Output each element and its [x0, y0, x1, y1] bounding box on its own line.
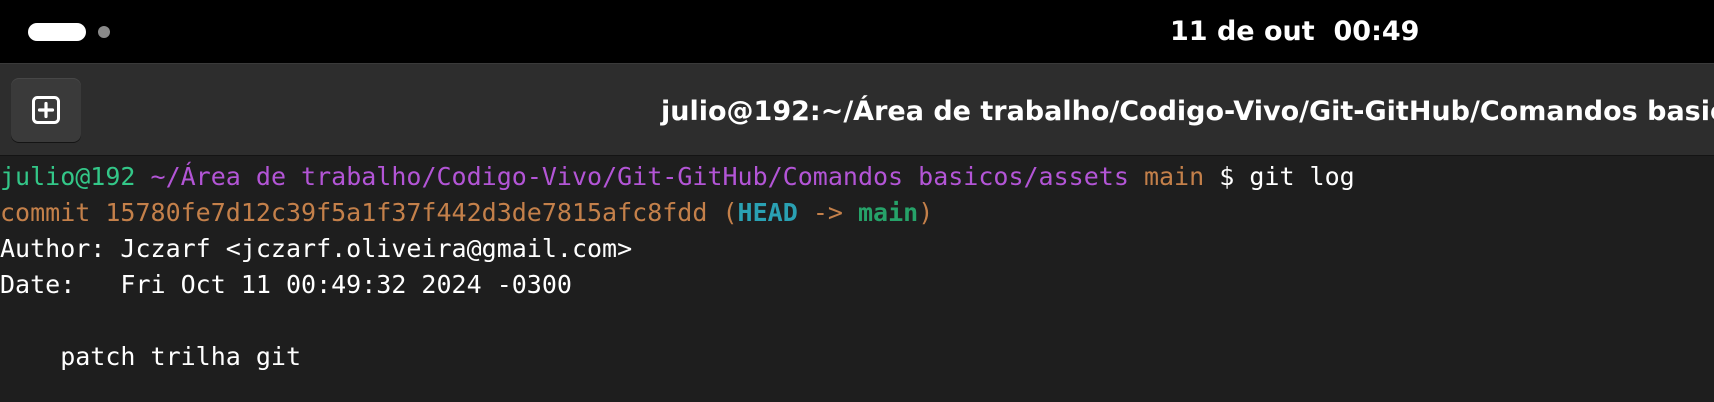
ref-close-paren: ): [918, 198, 934, 227]
prompt-symbol: $: [1219, 162, 1235, 191]
ref-open-paren: (: [722, 198, 738, 227]
date-line: Date: Fri Oct 11 00:49:32 2024 -0300: [0, 270, 572, 299]
clock[interactable]: 11 de out 00:49: [1170, 14, 1419, 50]
terminal-headerbar: julio@192:~/Área de trabalho/Codigo-Vivo…: [0, 63, 1714, 156]
window-title: julio@192:~/Área de trabalho/Codigo-Vivo…: [661, 96, 1714, 127]
workspace-active-pill[interactable]: [28, 23, 86, 41]
new-tab-button[interactable]: [11, 78, 81, 142]
commit-hash: commit 15780fe7d12c39f5a1f37f442d3de7815…: [0, 198, 708, 227]
top-bar: 11 de out 00:49: [0, 0, 1714, 63]
activities-indicator[interactable]: [28, 23, 110, 41]
author-line: Author: Jczarf <jczarf.oliveira@gmail.co…: [0, 234, 633, 263]
prompt-path: ~/Área de trabalho/Codigo-Vivo/Git-GitHu…: [150, 162, 1129, 191]
ref-branch-main: main: [858, 198, 919, 227]
prompt-user-host: julio@192: [0, 162, 136, 191]
plus-square-icon: [32, 96, 60, 124]
ref-head: HEAD: [737, 198, 798, 227]
commit-message: patch trilha git: [0, 342, 302, 371]
ref-arrow: ->: [812, 198, 843, 227]
workspace-dot[interactable]: [98, 26, 110, 38]
commit-line: commit 15780fe7d12c39f5a1f37f442d3de7815…: [0, 195, 933, 231]
prompt-command: git log: [1249, 162, 1355, 191]
prompt-branch: main: [1143, 162, 1205, 191]
terminal-output[interactable]: julio@192 ~/Área de trabalho/Codigo-Vivo…: [0, 157, 1714, 402]
prompt-line: julio@192 ~/Área de trabalho/Codigo-Vivo…: [0, 159, 1355, 195]
